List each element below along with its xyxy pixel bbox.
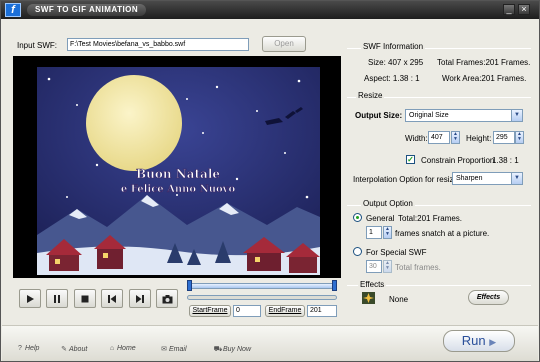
stop-icon bbox=[81, 295, 89, 303]
start-frame-handle[interactable] bbox=[187, 280, 192, 291]
email-label: Email bbox=[169, 346, 187, 353]
general-label: General bbox=[366, 214, 395, 223]
app-window: f SWF TO GIF ANIMATION _ × Input SWF: F:… bbox=[0, 0, 540, 362]
end-frame-button[interactable]: EndFrame bbox=[265, 305, 305, 317]
effects-button[interactable]: Effects bbox=[468, 290, 509, 305]
stop-button[interactable] bbox=[74, 289, 96, 308]
buy-now-label: Buy Now bbox=[223, 346, 252, 353]
envelope-icon: ✉ bbox=[161, 346, 167, 353]
width-label: Width: bbox=[405, 134, 428, 143]
help-icon: ? bbox=[18, 345, 22, 352]
step-forward-icon bbox=[136, 295, 144, 303]
height-field[interactable]: 295 bbox=[493, 131, 515, 144]
constrain-proportion-checkbox[interactable]: ✓ bbox=[406, 155, 415, 164]
input-swf-path-field[interactable]: F:\Test Movies\befana_vs_babbo.swf bbox=[67, 38, 249, 51]
output-option-title: Output Option bbox=[361, 199, 415, 208]
arrow-right-icon: ▶ bbox=[489, 337, 497, 347]
open-button[interactable]: Open bbox=[262, 36, 306, 52]
help-label: Help bbox=[25, 345, 40, 352]
frames-snatch-label: frames snatch at a picture. bbox=[395, 229, 490, 238]
info-icon: ✎ bbox=[61, 346, 67, 353]
greeting-line1: Buon Natale bbox=[136, 167, 220, 181]
height-label: Height: bbox=[466, 134, 492, 143]
about-link[interactable]: ✎ About bbox=[59, 345, 87, 355]
swf-aspect: Aspect: 1.38 : 1 bbox=[364, 74, 420, 83]
position-track[interactable] bbox=[187, 295, 337, 300]
width-stepper[interactable]: ▲ ▼ bbox=[451, 131, 460, 144]
swf-work-area: Work Area:201 Frames. bbox=[442, 74, 527, 83]
minimize-button[interactable]: _ bbox=[503, 4, 515, 15]
swf-total-frames: Total Frames:201 Frames. bbox=[437, 58, 531, 67]
total-frames-stepper[interactable]: ▲ ▼ bbox=[383, 260, 392, 273]
general-radio[interactable] bbox=[353, 213, 362, 222]
snapshot-button[interactable] bbox=[156, 289, 178, 308]
output-size-label: Output Size: bbox=[355, 111, 403, 120]
home-icon: ⌂ bbox=[109, 345, 115, 352]
effects-preview-icon bbox=[362, 292, 375, 304]
special-swf-label: For Special SWF bbox=[366, 248, 427, 257]
effects-value: None bbox=[389, 295, 409, 304]
previous-frame-button[interactable] bbox=[101, 289, 123, 308]
resize-title: Resize bbox=[356, 91, 385, 100]
help-link[interactable]: ? Help bbox=[15, 345, 39, 355]
constrain-proportion-label: Constrain Proportion bbox=[421, 156, 495, 165]
constrain-ratio: 1.38 : 1 bbox=[492, 156, 519, 165]
preview-area: Buon Natale e Felice Anno Nuovo bbox=[13, 56, 341, 278]
special-swf-radio[interactable] bbox=[353, 247, 362, 256]
pause-button[interactable] bbox=[46, 289, 68, 308]
step-back-icon bbox=[108, 295, 116, 303]
chevron-down-icon: ▼ bbox=[511, 110, 522, 121]
end-frame-field[interactable]: 201 bbox=[307, 305, 337, 317]
about-label: About bbox=[69, 346, 88, 353]
swf-size: Size: 407 x 295 bbox=[368, 58, 424, 67]
total-frames-field[interactable]: 30 bbox=[366, 260, 382, 273]
width-field[interactable]: 407 bbox=[428, 131, 450, 144]
home-label: Home bbox=[117, 345, 136, 352]
title-bar: f SWF TO GIF ANIMATION _ × bbox=[1, 1, 539, 19]
app-logo-icon: f bbox=[5, 3, 21, 17]
effects-title: Effects bbox=[358, 280, 387, 289]
pause-icon bbox=[54, 295, 60, 303]
start-frame-field[interactable]: 0 bbox=[233, 305, 261, 317]
height-stepper[interactable]: ▲ ▼ bbox=[515, 131, 524, 144]
chevron-down-icon: ▼ bbox=[511, 173, 522, 184]
run-label: Run bbox=[461, 333, 486, 348]
play-button[interactable] bbox=[19, 289, 41, 308]
output-size-value: Original Size bbox=[409, 112, 449, 119]
interpolation-label: Interpolation Option for resize: bbox=[353, 175, 461, 184]
preview-frame-image: Buon Natale e Felice Anno Nuovo bbox=[37, 67, 320, 275]
total-frames-label: Total frames. bbox=[395, 263, 441, 272]
end-frame-handle[interactable] bbox=[332, 280, 337, 291]
frame-range-track[interactable] bbox=[187, 283, 337, 289]
greeting-line2: e Felice Anno Nuovo bbox=[121, 184, 236, 195]
home-link[interactable]: ⌂ Home bbox=[107, 345, 136, 355]
start-frame-button[interactable]: StartFrame bbox=[189, 305, 231, 317]
frames-snatch-stepper[interactable]: ▲ ▼ bbox=[383, 226, 392, 239]
window-title: SWF TO GIF ANIMATION bbox=[27, 4, 147, 16]
email-link[interactable]: ✉ Email bbox=[159, 345, 187, 355]
swf-info-title: SWF Information bbox=[361, 42, 426, 51]
next-frame-button[interactable] bbox=[129, 289, 151, 308]
input-swf-label: Input SWF: bbox=[17, 41, 58, 50]
run-button[interactable]: Run ▶ bbox=[443, 330, 515, 352]
camera-icon bbox=[162, 295, 173, 304]
buy-now-link[interactable]: ⛟Buy Now bbox=[213, 345, 251, 355]
play-icon bbox=[27, 295, 34, 303]
cart-icon: ⛟ bbox=[213, 346, 223, 353]
interpolation-value: Sharpen bbox=[456, 175, 483, 182]
frames-snatch-field[interactable]: 1 bbox=[366, 226, 382, 239]
output-size-select[interactable]: Original Size ▼ bbox=[405, 109, 523, 122]
interpolation-select[interactable]: Sharpen ▼ bbox=[452, 172, 523, 185]
general-total-frames: Total:201 Frames. bbox=[398, 214, 463, 223]
close-button[interactable]: × bbox=[518, 4, 530, 15]
